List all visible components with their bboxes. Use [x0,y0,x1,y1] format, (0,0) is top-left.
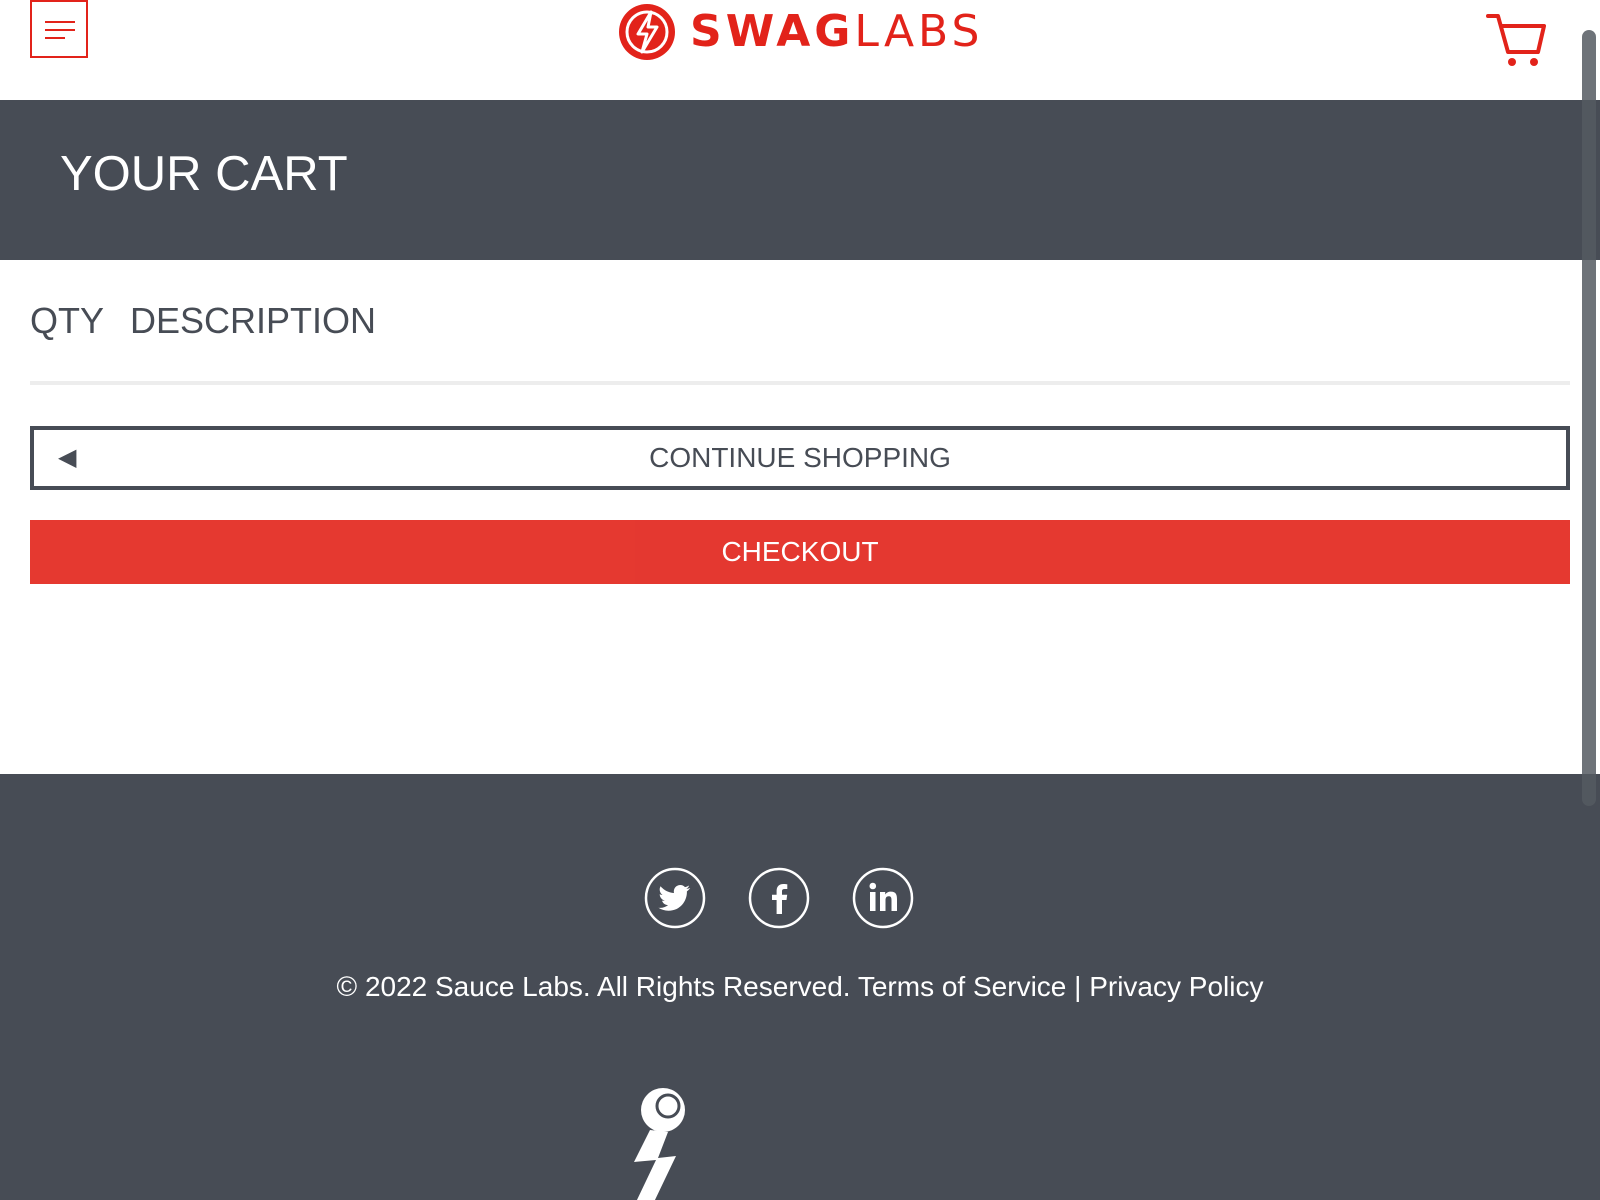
description-label: DESCRIPTION [130,300,377,341]
shopping-cart-icon [1486,14,1546,66]
cart-page: SWAGLABS YOUR CART QTY DESCRIPTION ◀ CON… [0,0,1600,1200]
logo-text-bold: SWAG [690,6,855,57]
qty-label: QTY [30,300,105,341]
continue-shopping-button[interactable]: ◀ CONTINUE SHOPPING [30,426,1570,490]
footer-copyright: © 2022 Sauce Labs. All Rights Reserved. … [0,970,1600,1004]
footer: © 2022 Sauce Labs. All Rights Reserved. … [0,774,1600,1200]
sauce-labs-robot-icon [634,1088,685,1200]
checkout-button[interactable]: CHECKOUT [30,520,1570,584]
terms-of-service-link[interactable]: Terms of Service [858,971,1067,1002]
menu-button[interactable] [30,0,88,58]
logo-text: SWAGLABS [690,10,983,54]
swag-labs-logo: SWAGLABS [618,2,983,62]
privacy-policy-link[interactable]: Privacy Policy [1089,971,1263,1002]
footer-separator: | [1074,971,1082,1002]
copyright-text: © 2022 Sauce Labs. All Rights Reserved. [336,971,851,1002]
facebook-icon [748,867,810,929]
continue-shopping-label: CONTINUE SHOPPING [649,442,951,473]
top-header: SWAGLABS [0,0,1600,100]
logo-text-light: LABS [854,6,984,57]
lightning-bolt-icon [619,4,675,60]
subheader: YOUR CART [0,100,1600,260]
checkout-label: CHECKOUT [721,536,879,567]
linkedin-link[interactable] [852,867,914,929]
scrollbar-thumb[interactable] [1582,30,1596,806]
twitter-link[interactable] [644,867,706,929]
linkedin-icon [852,867,914,929]
cart-divider [30,381,1570,385]
twitter-icon [644,867,706,929]
shopping-cart-link[interactable] [1486,12,1548,68]
facebook-link[interactable] [748,867,810,929]
page-title: YOUR CART [60,147,348,201]
